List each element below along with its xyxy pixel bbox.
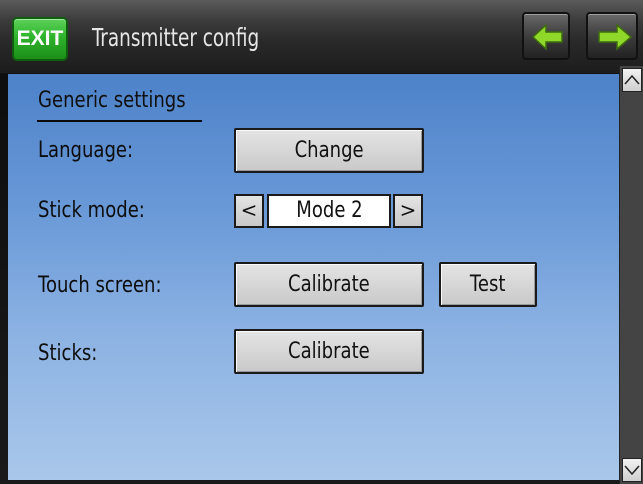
test-touch-screen-button[interactable]: Test [439,262,537,307]
scrollbar[interactable] [619,66,643,484]
stick-mode-value: Mode 2 [267,194,391,228]
previous-page-button[interactable] [522,12,570,60]
chevron-down-icon [624,465,640,476]
title-bar: EXIT Transmitter config [0,0,643,74]
section-title: Generic settings [38,88,186,113]
stick-mode-label: Stick mode: [38,198,145,223]
exit-button[interactable]: EXIT [12,17,68,61]
section-underline [37,120,202,122]
transmitter-config-screen: EXIT Transmitter config Generic settings… [0,0,643,484]
scroll-down-button[interactable] [622,458,642,482]
next-page-button[interactable] [586,12,638,60]
arrow-left-icon [531,23,563,51]
stick-mode-value-text: Mode 2 [295,198,363,223]
calibrate-sticks-button-label: Calibrate [288,339,370,364]
settings-panel: Generic settings Language: Change Stick … [8,74,619,480]
stick-mode-selector: < Mode 2 > [234,194,423,228]
stick-mode-prev-button[interactable]: < [234,194,264,228]
calibrate-touch-screen-button-label: Calibrate [288,272,370,297]
page-title: Transmitter config [92,23,260,52]
test-touch-screen-button-label: Test [470,272,506,297]
sticks-label: Sticks: [38,341,98,366]
change-language-button[interactable]: Change [234,128,424,173]
calibrate-sticks-button[interactable]: Calibrate [234,329,424,374]
change-language-button-label: Change [294,138,364,163]
stick-mode-next-button[interactable]: > [393,194,423,228]
calibrate-touch-screen-button[interactable]: Calibrate [234,262,424,307]
arrow-right-icon [598,23,633,51]
chevron-up-icon [624,74,640,85]
language-label: Language: [38,138,134,163]
scroll-up-button[interactable] [622,68,642,92]
touch-screen-label: Touch screen: [38,273,162,298]
